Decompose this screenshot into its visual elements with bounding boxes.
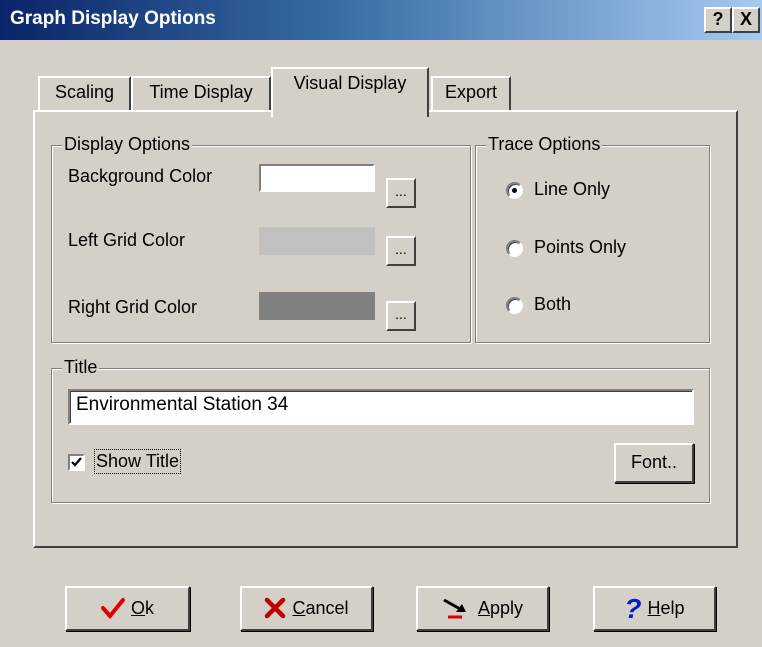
title-input-value: Environmental Station 34 (76, 394, 289, 415)
check-mark-icon (71, 457, 82, 467)
show-title-checkbox[interactable] (68, 454, 85, 471)
left-grid-color-swatch (259, 227, 375, 255)
close-icon: X (739, 9, 752, 29)
radio-both[interactable] (506, 297, 523, 314)
ok-button[interactable]: Ok (65, 586, 190, 631)
right-grid-color-label: Right Grid Color (68, 297, 198, 317)
group-legend: Display Options (62, 133, 193, 155)
line-only-label[interactable]: Line Only (534, 179, 610, 200)
close-caption-button[interactable]: X (732, 7, 760, 33)
apply-button[interactable]: Apply (416, 586, 549, 631)
tab-time-display[interactable]: Time Display (131, 76, 271, 112)
trace-options-group: Trace Options Line Only Points Only Both (475, 133, 710, 343)
left-grid-color-label: Left Grid Color (68, 230, 186, 250)
title-bar[interactable]: Graph Display Options ? X (0, 0, 762, 40)
visual-display-panel: Display Options Background Color ... Lef… (33, 110, 738, 548)
tab-visual-display[interactable]: Visual Display (271, 67, 429, 117)
help-button[interactable]: ? Help (593, 586, 716, 631)
help-caption-button[interactable]: ? (704, 7, 732, 33)
points-only-label[interactable]: Points Only (534, 237, 626, 258)
title-input[interactable]: Environmental Station 34 (68, 389, 694, 425)
apply-arrow-icon (443, 598, 466, 619)
title-group: Title Environmental Station 34 Show Titl… (51, 356, 710, 503)
right-grid-color-swatch (259, 292, 375, 320)
background-color-label: Background Color (68, 166, 213, 186)
cancel-button[interactable]: Cancel (240, 586, 373, 631)
window-title: Graph Display Options (10, 8, 216, 29)
background-color-swatch (259, 164, 375, 192)
radio-points-only[interactable] (506, 240, 523, 257)
font-button-label: Font.. (630, 452, 678, 472)
check-icon (100, 598, 125, 620)
tab-export[interactable]: Export (431, 76, 511, 112)
tab-label: Time Display (149, 82, 253, 102)
right-grid-color-picker-button[interactable]: ... (386, 301, 416, 331)
display-options-group: Display Options Background Color ... Lef… (51, 133, 471, 343)
group-legend: Trace Options (486, 133, 603, 155)
tab-label: Scaling (54, 82, 115, 102)
question-icon: ? (712, 9, 724, 29)
show-title-label[interactable]: Show Title (93, 449, 182, 474)
left-grid-color-picker-button[interactable]: ... (386, 236, 416, 266)
radio-line-only[interactable] (506, 182, 523, 199)
both-label[interactable]: Both (534, 294, 571, 315)
tab-label: Visual Display (293, 73, 407, 93)
radio-selected-dot (512, 188, 517, 193)
group-legend: Title (62, 356, 100, 378)
x-icon (265, 598, 286, 619)
font-button[interactable]: Font.. (614, 443, 694, 483)
tab-scaling[interactable]: Scaling (38, 76, 131, 112)
tab-label: Export (444, 82, 498, 102)
background-color-picker-button[interactable]: ... (386, 178, 416, 208)
graph-display-options-dialog: Graph Display Options ? X Scaling Time D… (0, 0, 762, 647)
question-icon: ? (624, 592, 642, 624)
